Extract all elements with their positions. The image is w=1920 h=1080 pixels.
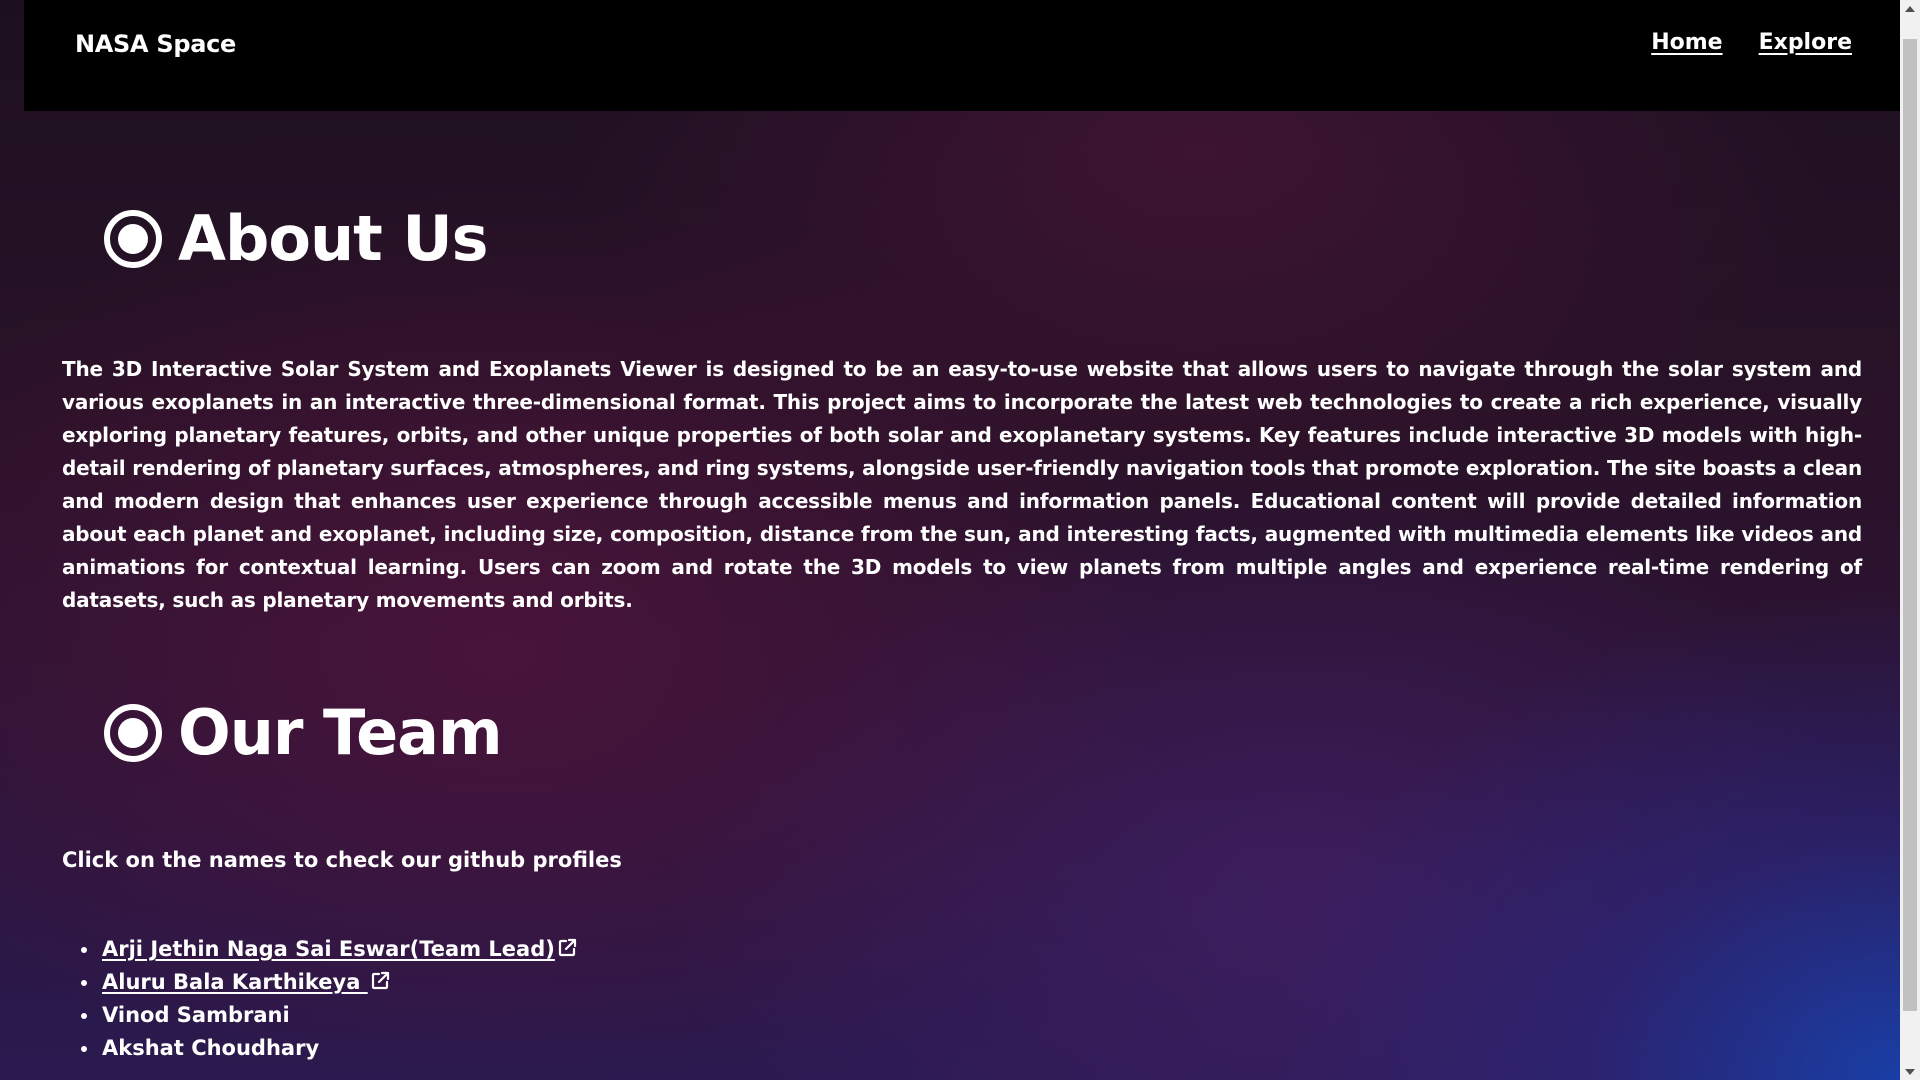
team-member-item: Arji Jethin Naga Sai Eswar(Team Lead) <box>100 933 577 966</box>
scroll-down-arrow-icon[interactable] <box>1900 1063 1920 1080</box>
nav-link-explore[interactable]: Explore <box>1759 30 1852 55</box>
team-member-name: Akshat Choudhary <box>102 1036 320 1060</box>
radio-bullet-icon <box>104 704 162 762</box>
about-description: The 3D Interactive Solar System and Exop… <box>62 357 1862 612</box>
team-member-item: Aluru Bala Karthikeya <box>100 966 577 999</box>
page-background: NASA Space Home Explore About Us The 3D … <box>0 0 1900 1080</box>
navbar: NASA Space Home Explore <box>24 0 1900 111</box>
scroll-up-arrow-icon[interactable] <box>1900 0 1920 17</box>
team-member-list: Arji Jethin Naga Sai Eswar(Team Lead) Al… <box>62 933 577 1065</box>
team-member-link-arji[interactable]: Arji Jethin Naga Sai Eswar(Team Lead) <box>102 937 577 961</box>
radio-bullet-icon <box>104 210 162 268</box>
team-member-name: Vinod Sambrani <box>102 1003 290 1027</box>
team-member-item: Akshat Choudhary <box>100 1032 577 1065</box>
scrollbar-thumb[interactable] <box>1903 39 1917 1011</box>
team-member-item: Vinod Sambrani <box>100 999 577 1032</box>
team-intro-text: Click on the names to check our github p… <box>62 848 622 872</box>
nav-link-home[interactable]: Home <box>1651 30 1722 55</box>
brand-logo-text[interactable]: NASA Space <box>75 30 236 58</box>
team-heading: Our Team <box>104 696 503 769</box>
nav-links: Home Explore <box>1651 30 1852 55</box>
team-member-name: Arji Jethin Naga Sai Eswar(Team Lead) <box>102 937 555 961</box>
team-heading-text: Our Team <box>178 696 503 769</box>
external-link-icon <box>371 971 389 990</box>
team-member-name: Aluru Bala Karthikeya <box>102 970 368 994</box>
about-heading: About Us <box>104 202 489 275</box>
external-link-icon <box>558 938 576 957</box>
about-heading-text: About Us <box>178 202 489 275</box>
team-member-link-aluru[interactable]: Aluru Bala Karthikeya <box>102 970 390 994</box>
vertical-scrollbar[interactable] <box>1900 0 1920 1080</box>
